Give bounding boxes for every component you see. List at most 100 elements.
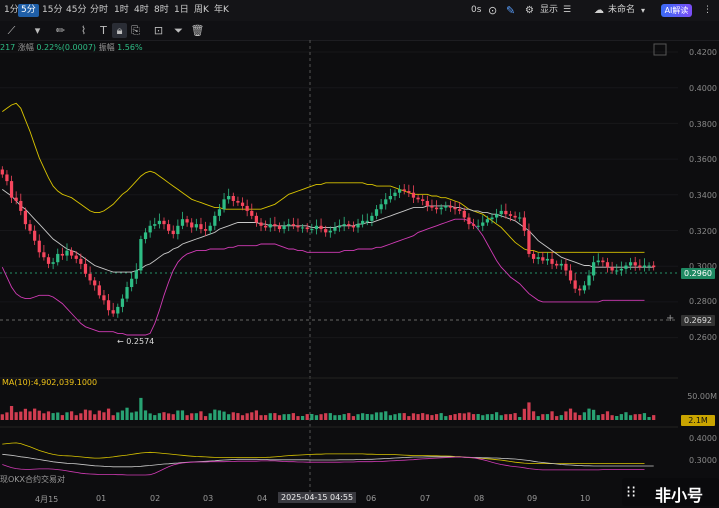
candle-body — [434, 207, 439, 210]
price-tick: 0.3200 — [689, 227, 717, 236]
candle-body — [458, 209, 462, 211]
candle-body — [351, 225, 356, 228]
tf-year[interactable]: 年K — [211, 4, 232, 17]
candle-body — [33, 230, 37, 241]
add-alert-icon[interactable]: + — [666, 313, 674, 324]
candle-body — [93, 280, 97, 286]
volume-bar — [185, 415, 189, 420]
volume-bar — [601, 414, 605, 420]
volume-bar — [180, 410, 185, 420]
candle-body — [518, 217, 522, 219]
pencil-icon[interactable]: ✏ — [53, 23, 68, 38]
volume-bar — [69, 411, 74, 420]
volume-bar — [555, 416, 559, 420]
more-icon[interactable]: ⋮ — [703, 4, 712, 17]
tf-4h[interactable]: 4时 — [131, 4, 152, 17]
menu-icon[interactable]: ☰ — [563, 4, 571, 17]
price-tick: 0.3800 — [689, 120, 717, 129]
volume-bar — [495, 412, 499, 420]
candle-body — [180, 219, 185, 226]
cloud-icon[interactable]: ☁ — [594, 4, 604, 17]
tf-timeshare[interactable]: 分时 — [87, 4, 111, 17]
layout-name[interactable]: 未命名 — [608, 4, 635, 17]
amplitude-value: 1.56% — [117, 43, 143, 52]
volume-bar — [176, 410, 180, 420]
tf-45m[interactable]: 45分 — [63, 4, 89, 17]
filter-icon[interactable]: ⏷ — [171, 23, 186, 38]
tf-15m[interactable]: 15分 — [39, 4, 65, 17]
text-icon[interactable]: T — [96, 23, 111, 38]
candle-body — [624, 265, 628, 269]
volume-bar — [324, 413, 328, 420]
low-value: 0.2574 — [126, 337, 155, 346]
brush-icon[interactable]: ⌇ — [76, 23, 91, 38]
low-annotation: ← 0.2574 — [117, 337, 154, 346]
volume-bar — [130, 412, 134, 420]
drawing-toolbar: ⟋ ▾ ✏ ⌇ T 🔒︎ ⎘ ⊡ ⏷ 🗑︎ — [0, 21, 719, 41]
candle-body — [633, 262, 637, 266]
ai-analysis-button[interactable]: AI解读 — [661, 4, 692, 17]
candle-body — [79, 258, 83, 264]
volume-bar — [425, 414, 429, 420]
volume-bar — [240, 415, 245, 420]
candle-body — [213, 215, 217, 226]
candle-body — [333, 227, 337, 231]
volume-bar — [217, 410, 222, 420]
candle-body — [217, 209, 222, 216]
price-chart[interactable] — [0, 40, 719, 508]
display-button[interactable]: 显示 — [540, 4, 558, 17]
chevron-down-icon[interactable]: ▾ — [641, 4, 645, 17]
candle-body — [176, 225, 180, 235]
volume-bar — [397, 413, 402, 420]
time-tick: 4月15 — [35, 495, 59, 504]
candle-body — [490, 217, 494, 220]
volume-bar — [19, 411, 23, 420]
candle-body — [305, 227, 309, 230]
volume-bar — [642, 413, 647, 420]
volume-bar — [573, 412, 577, 420]
candle-body — [259, 222, 263, 226]
candle-body — [300, 227, 305, 229]
tf-1d[interactable]: 1日 — [171, 4, 192, 17]
crop-icon[interactable]: ⊡ — [151, 23, 166, 38]
candle-body — [467, 217, 471, 225]
candle-body — [647, 265, 651, 267]
candle-body — [504, 210, 508, 215]
volume-bar — [342, 414, 346, 420]
volume-bar — [430, 415, 434, 420]
candle-body — [499, 210, 503, 215]
lock-icon[interactable]: 🔒︎ — [112, 23, 127, 38]
tf-1h[interactable]: 1时 — [111, 4, 132, 17]
tf-8h[interactable]: 8时 — [151, 4, 172, 17]
camera-icon[interactable]: ⊙ — [488, 4, 497, 17]
tf-5m[interactable]: 5分 — [18, 4, 39, 17]
volume-bar — [596, 415, 600, 420]
trend-line-icon[interactable]: ⟋ — [4, 23, 19, 38]
candle-body — [642, 265, 647, 268]
candle-body — [531, 253, 536, 259]
candle-body — [582, 285, 587, 291]
volume-bar — [638, 414, 642, 420]
volume-bar — [633, 414, 637, 420]
candle-body — [513, 215, 517, 218]
tf-week[interactable]: 周K — [191, 4, 212, 17]
bookmark-icon[interactable]: ⎘ — [128, 23, 143, 38]
candle-body — [310, 229, 314, 231]
chevron-down-icon[interactable]: ▾ — [30, 23, 45, 38]
indicator-lines — [2, 442, 654, 476]
candle-body — [291, 224, 295, 226]
candle-body — [296, 225, 300, 228]
volume-bar — [23, 408, 28, 420]
candle-body — [69, 250, 74, 256]
watermark: ⁝⁝ 非小号 — [622, 478, 719, 506]
volume-bars — [0, 397, 656, 420]
trash-icon[interactable]: 🗑︎ — [190, 23, 205, 38]
volume-bar — [434, 414, 439, 420]
candle-body — [227, 196, 231, 200]
settings-icon[interactable]: ⚙ — [525, 4, 534, 17]
volume-bar — [273, 413, 277, 420]
indicator-upper-line — [2, 442, 645, 465]
volume-bar — [550, 411, 554, 420]
upper-band-line — [2, 102, 645, 253]
edit-icon[interactable]: ✎ — [506, 4, 515, 17]
